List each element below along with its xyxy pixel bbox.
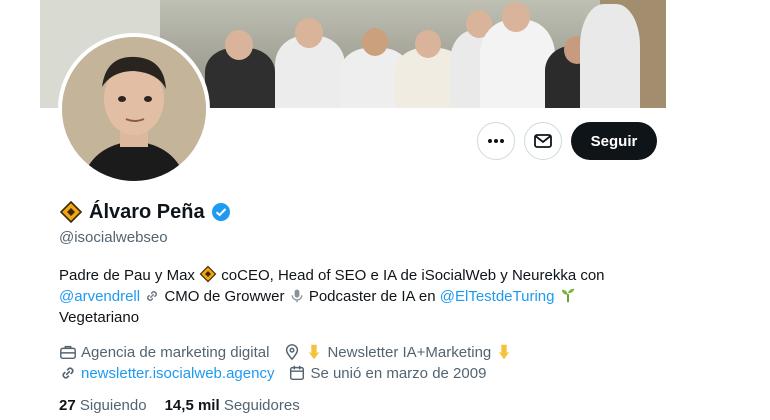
followers-count[interactable]: 14,5 mil Seguidores — [165, 397, 300, 414]
location-pin-icon — [286, 344, 299, 361]
avatar-photo — [62, 37, 206, 181]
website-link[interactable]: newsletter.isocialweb.agency — [81, 365, 274, 382]
followers-value: 14,5 mil — [164, 397, 220, 414]
profile-name: Álvaro Peña — [89, 200, 205, 223]
more-icon — [488, 139, 504, 143]
bio-text: Podcaster de IA en — [308, 288, 436, 305]
banner-head — [362, 28, 388, 56]
seedling-icon — [561, 288, 574, 303]
banner-person — [580, 4, 640, 108]
bio-text: coCEO, Head of SEO e IA de iSocialWeb y … — [221, 267, 605, 284]
following-value: 27 — [59, 397, 76, 414]
category-text: Agencia de marketing digital — [81, 343, 270, 361]
banner-head — [295, 18, 323, 48]
bio-text: Padre de Pau y Max — [59, 267, 195, 284]
bio-text: CMO de Growwer — [164, 288, 285, 305]
mention-link[interactable]: @arvendrell — [59, 288, 140, 305]
banner-head — [502, 2, 530, 32]
joined-text: Se unió en marzo de 2009 — [310, 364, 487, 382]
link-icon — [62, 367, 74, 379]
profile-avatar[interactable] — [58, 33, 210, 185]
diamond-logo-icon — [199, 265, 217, 283]
mention-link[interactable]: @ElTestdeTuring — [440, 288, 555, 305]
follow-counts: 27 Siguiendo 14,5 mil Seguidores — [59, 397, 300, 414]
follow-button[interactable]: Seguir — [571, 122, 657, 160]
more-button[interactable] — [477, 122, 515, 160]
name-row: Álvaro Peña — [59, 200, 231, 224]
verified-badge-icon[interactable] — [211, 202, 231, 222]
profile-meta-row: Agencia de marketing digital Newsletter … — [59, 343, 527, 361]
bio-text: Vegetariano — [59, 309, 140, 326]
website-item[interactable]: newsletter.isocialweb.agency — [59, 364, 274, 382]
banner-person — [480, 20, 555, 108]
profile-handle: @isocialwebseo — [59, 229, 168, 246]
calendar-icon — [290, 365, 305, 381]
followers-label: Seguidores — [223, 397, 300, 414]
profile-bio: Padre de Pau y Max coCEO, Head of SEO e … — [59, 265, 659, 328]
diamond-logo-icon — [59, 200, 83, 224]
link-icon — [147, 291, 158, 301]
following-label: Siguiendo — [79, 397, 147, 414]
location-item: Newsletter IA+Marketing — [283, 343, 513, 361]
following-count[interactable]: 27 Siguiendo — [59, 397, 147, 414]
joined-item: Se unió en marzo de 2009 — [288, 364, 486, 382]
message-button[interactable] — [524, 122, 562, 160]
avatar-illustration — [62, 37, 206, 181]
briefcase-icon — [60, 345, 76, 360]
microphone-icon — [291, 289, 303, 303]
pointing-down-icon — [309, 344, 320, 360]
category-item: Agencia de marketing digital — [59, 343, 269, 361]
banner-head — [225, 30, 253, 60]
location-text: Newsletter IA+Marketing — [327, 343, 492, 361]
banner-head — [415, 30, 441, 58]
mail-icon — [534, 134, 552, 148]
profile-meta-row: newsletter.isocialweb.agency Se unió en … — [59, 364, 500, 382]
pointing-down-icon — [498, 344, 510, 360]
